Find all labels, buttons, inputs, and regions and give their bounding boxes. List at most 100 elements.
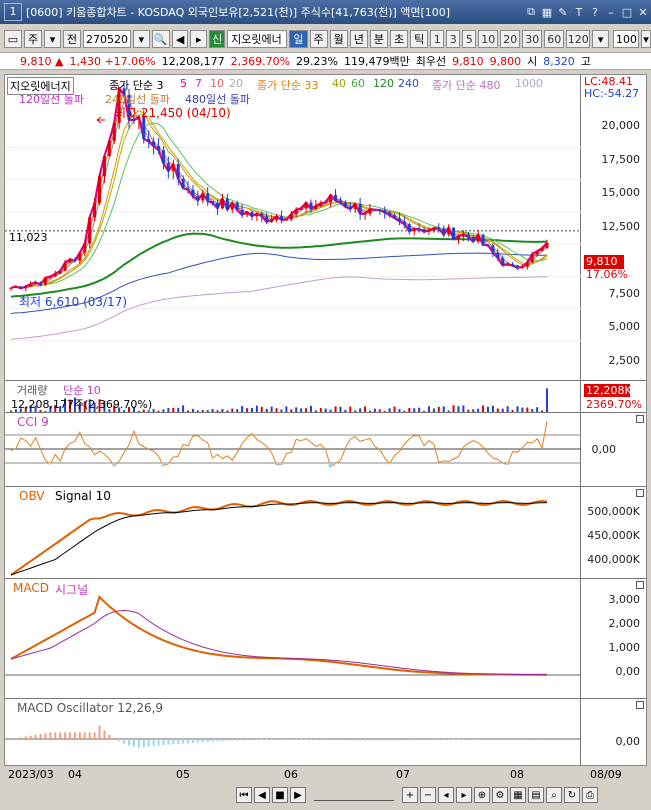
refresh-icon[interactable]: ↻ <box>564 787 580 803</box>
sound-icon[interactable]: ◀ <box>171 30 189 48</box>
count-input[interactable]: 100 <box>613 30 640 48</box>
interval-1[interactable]: 1 <box>430 30 445 48</box>
osc-bar <box>49 732 52 739</box>
stock-name-field[interactable]: 지오릿에너 <box>227 30 288 48</box>
osc-bar <box>408 739 411 741</box>
osc-bar <box>305 739 308 740</box>
candle-body <box>314 205 318 210</box>
tab-day[interactable]: 일 <box>289 30 308 48</box>
osc-bar <box>388 739 391 741</box>
minimize-icon[interactable]: – <box>603 6 619 19</box>
pin-icon[interactable]: ✎ <box>555 6 571 19</box>
obv-plot[interactable]: OBV Signal 10 <box>5 487 581 578</box>
osc-bar <box>221 739 224 742</box>
osc-bar <box>24 736 27 739</box>
interval-120[interactable]: 120 <box>566 30 591 48</box>
code-dropdown-icon[interactable]: ▾ <box>132 30 150 48</box>
next-icon[interactable]: ▶ <box>290 787 306 803</box>
chart-area[interactable]: 지오릿에너지 종가 단순 3 5 7 10 20 종가 단순 33 40 60 … <box>4 74 647 766</box>
interval-10[interactable]: 10 <box>478 30 499 48</box>
x-tick-last: 08/09 <box>590 768 622 781</box>
price-plot[interactable]: 지오릿에너지 종가 단순 3 5 7 10 20 종가 단순 33 40 60 … <box>5 75 581 380</box>
interval-3[interactable]: 3 <box>446 30 461 48</box>
ma5-legend: 5 <box>180 77 187 90</box>
grid-toggle-icon[interactable]: ▦ <box>510 787 526 803</box>
count-spin-icon[interactable]: ▾ <box>641 30 651 48</box>
osc-bar <box>265 739 268 740</box>
interval-dropdown-icon[interactable]: ▾ <box>592 30 610 48</box>
interval-60[interactable]: 60 <box>544 30 565 48</box>
print-icon[interactable]: ⎙ <box>582 787 598 803</box>
osc-bar <box>29 735 32 739</box>
settings-icon[interactable]: ⚙ <box>492 787 508 803</box>
candle-body <box>491 245 495 253</box>
interval-20[interactable]: 20 <box>500 30 521 48</box>
tab-month[interactable]: 월 <box>329 30 348 48</box>
obv-pane[interactable]: OBV Signal 10 500,000K 450,000K 400,000K <box>5 487 646 579</box>
first-page-icon[interactable]: ⏮ <box>236 787 252 803</box>
cci-plot[interactable]: CCI 9 <box>5 413 581 486</box>
stock-code-input[interactable]: 270520 <box>82 30 131 48</box>
volume-axis: 12,208K 2369.70% <box>582 381 646 412</box>
osc-bar <box>167 739 170 745</box>
turnover-rate: 29.23% <box>296 54 338 68</box>
chart-type-icon[interactable]: ▭ <box>4 30 22 48</box>
volume-plot[interactable]: 거래량 단순 10 12,208,177주(2,369.70%) <box>5 381 581 412</box>
candle-body <box>191 189 195 197</box>
price-axis: LC:48.41 HC:-54.27 20,000 17,500 15,000 … <box>582 75 646 380</box>
help-icon[interactable]: ? <box>587 6 603 19</box>
oscillator-pane[interactable]: MACD Oscillator 12,26,9 0,00 <box>5 699 646 765</box>
candle-body <box>407 224 411 232</box>
obv-minimize-button[interactable] <box>636 489 644 497</box>
osc-bar <box>157 739 160 746</box>
oscillator-plot[interactable]: MACD Oscillator 12,26,9 <box>5 699 581 765</box>
price-pane[interactable]: 지오릿에너지 종가 단순 3 5 7 10 20 종가 단순 33 40 60 … <box>5 75 646 381</box>
crosshair-icon[interactable]: ⊕ <box>474 787 490 803</box>
prev-button[interactable]: 전 <box>62 30 81 48</box>
zoom-out-icon[interactable]: − <box>420 787 436 803</box>
search-icon[interactable]: 🔍 <box>151 30 170 48</box>
macd-pane[interactable]: MACD 시그널 3,000 2,000 1,000 0,00 <box>5 579 646 699</box>
dropdown-arrow-icon[interactable]: ▾ <box>44 30 61 48</box>
interval-30[interactable]: 30 <box>522 30 543 48</box>
close-icon[interactable]: ✕ <box>635 6 651 19</box>
macd-axis: 3,000 2,000 1,000 0,00 <box>582 579 646 698</box>
macd-minimize-button[interactable] <box>636 581 644 589</box>
type-icon[interactable]: T <box>571 6 587 19</box>
candle-body <box>530 254 534 263</box>
tab-week[interactable]: 주 <box>309 30 328 48</box>
osc-bar <box>398 739 401 741</box>
volume-bar <box>457 406 460 412</box>
cci-minimize-button[interactable] <box>636 415 644 423</box>
ma1000-legend: 1000 <box>515 77 543 90</box>
candle-body <box>152 141 156 147</box>
osc-bar <box>78 732 81 739</box>
volume-pane[interactable]: 거래량 단순 10 12,208,177주(2,369.70%) 12,208K… <box>5 381 646 413</box>
oscillator-minimize-button[interactable] <box>636 701 644 709</box>
prev-icon[interactable]: ◀ <box>254 787 270 803</box>
zoom-in-icon[interactable]: + <box>402 787 418 803</box>
nav-icon[interactable]: ▸ <box>190 30 208 48</box>
ma20-legend: 20 <box>229 77 243 90</box>
volume-bar <box>491 405 494 412</box>
interval-5[interactable]: 5 <box>462 30 477 48</box>
osc-bar <box>182 739 185 744</box>
tab-minute[interactable]: 분 <box>369 30 389 48</box>
tab-year[interactable]: 년 <box>349 30 368 48</box>
scroll-left-icon[interactable]: ◂ <box>438 787 454 803</box>
stop-icon[interactable]: ■ <box>272 787 288 803</box>
zoom-icon[interactable]: ⌕ <box>546 787 562 803</box>
candle-body <box>338 200 342 203</box>
zoom-slider[interactable] <box>314 789 394 801</box>
save-icon[interactable]: ▤ <box>528 787 544 803</box>
cci-pane[interactable]: CCI 9 0,00 <box>5 413 646 487</box>
scroll-right-icon[interactable]: ▸ <box>456 787 472 803</box>
maximize-icon[interactable]: □ <box>619 6 635 19</box>
tab-second[interactable]: 초 <box>390 30 409 48</box>
grid-icon[interactable]: ▦ <box>539 6 555 19</box>
period-select[interactable]: 주 <box>24 30 43 48</box>
macd-plot[interactable]: MACD 시그널 <box>5 579 581 698</box>
tab-tick[interactable]: 틱 <box>410 30 429 48</box>
pct-tag: 17.06% <box>586 268 628 281</box>
link-icon[interactable]: ⧉ <box>523 5 539 19</box>
